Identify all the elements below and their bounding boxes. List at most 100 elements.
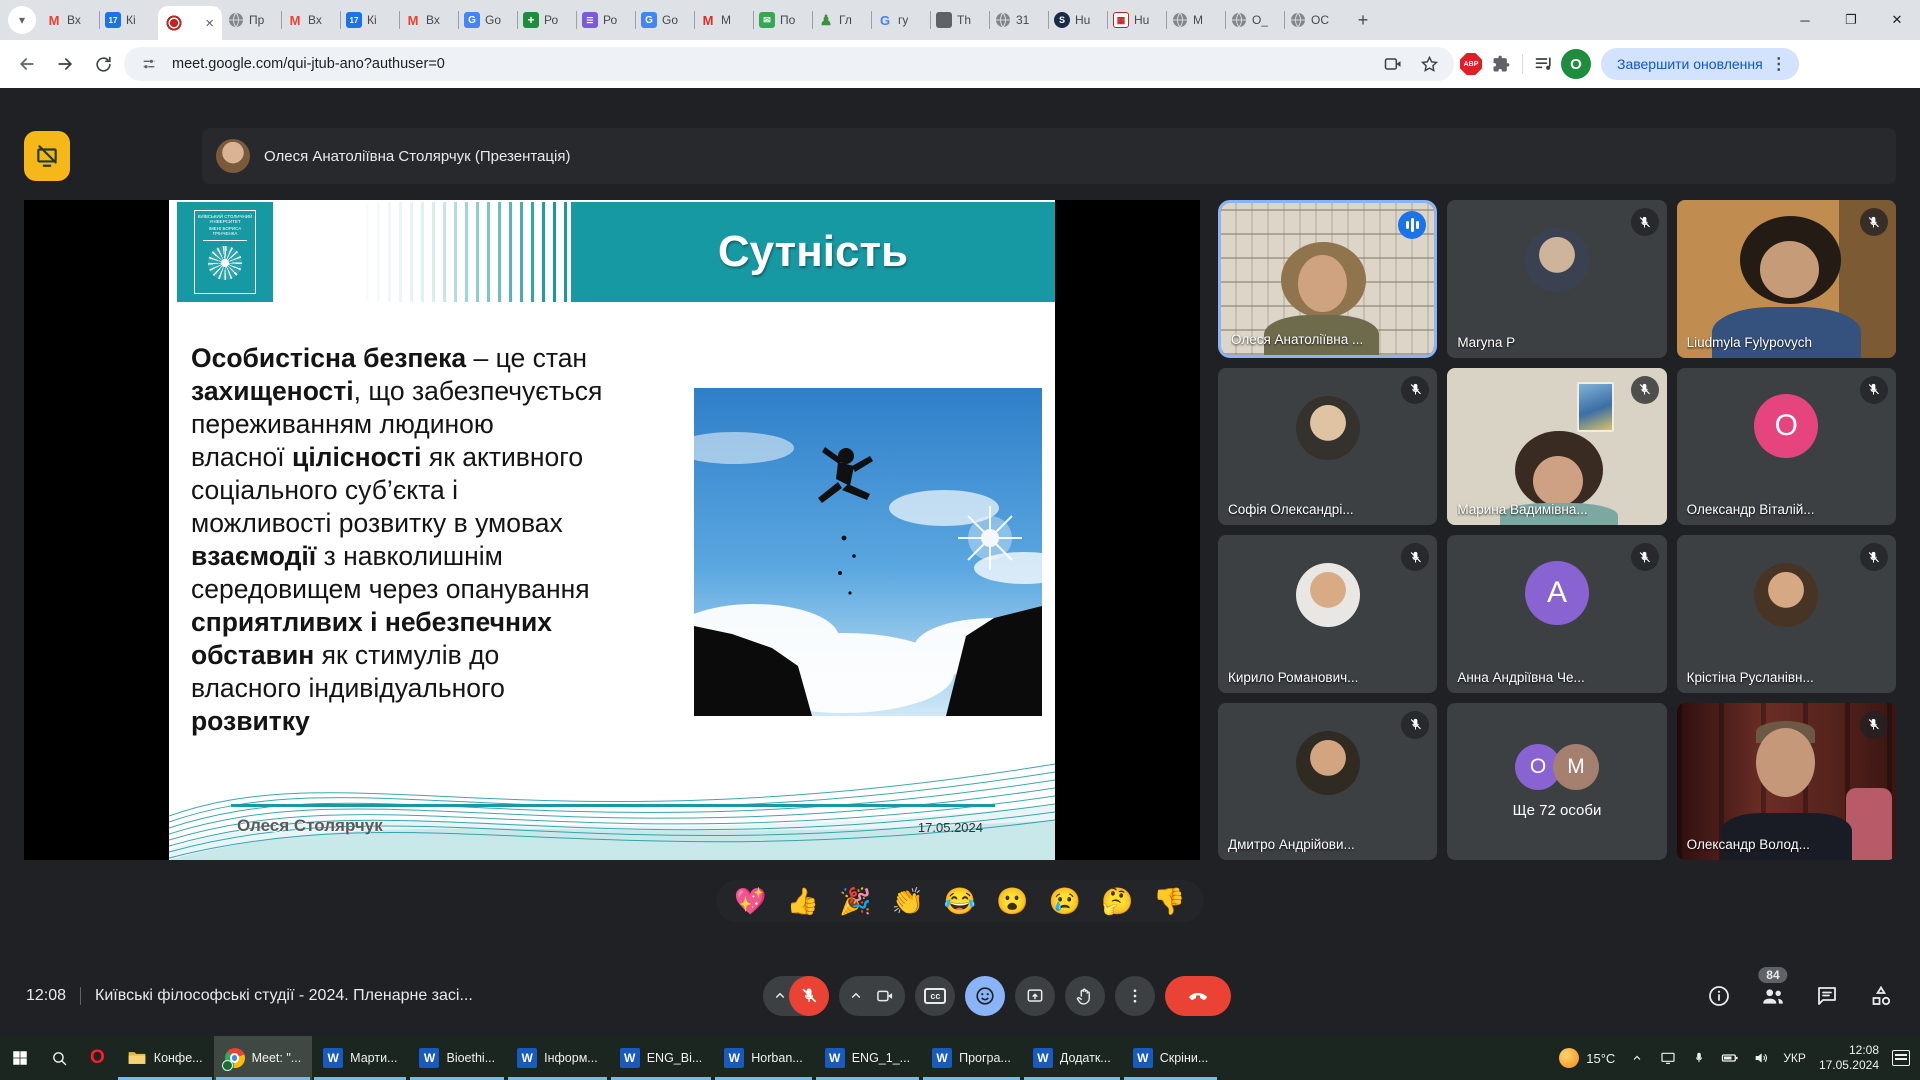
browser-tab[interactable]: ОС	[1284, 0, 1343, 40]
browser-tab[interactable]: SHu	[1048, 0, 1107, 40]
new-tab-button[interactable]: +	[1349, 6, 1377, 34]
taskbar-item-folder[interactable]: Конфе...	[116, 1036, 214, 1080]
browser-tab[interactable]: GGo	[635, 0, 694, 40]
reaction-emoji[interactable]: 😮	[996, 888, 1028, 914]
browser-tab[interactable]: 17Кі	[340, 0, 399, 40]
browser-tab[interactable]: MВх	[40, 0, 99, 40]
browser-tab[interactable]: O_	[1225, 0, 1284, 40]
participant-tile[interactable]: ААнна Андріївна Че...	[1447, 535, 1666, 693]
relaunch-update-button[interactable]: Завершити оновлення⋮	[1601, 48, 1799, 80]
participant-tile[interactable]: Марина Вадимівна...	[1447, 368, 1666, 526]
address-bar[interactable]: meet.google.com/qui-jtub-ano?authuser=0	[124, 47, 1454, 81]
browser-tab[interactable]: ММ	[694, 0, 753, 40]
bookmark-star-icon[interactable]	[1416, 51, 1442, 77]
present-button[interactable]	[1015, 976, 1055, 1016]
profile-avatar[interactable]: О	[1561, 49, 1591, 79]
taskbar-item-word[interactable]: WДодатк...	[1022, 1036, 1122, 1080]
url-text[interactable]: meet.google.com/qui-jtub-ano?authuser=0	[172, 56, 1370, 72]
meeting-info-button[interactable]	[1706, 983, 1732, 1009]
taskbar-item-word[interactable]: WHorban...	[713, 1036, 813, 1080]
participant-tile[interactable]: Софія Олександрі...	[1218, 368, 1437, 526]
tab-list-chevron-icon[interactable]: ▾	[8, 6, 36, 34]
activities-button[interactable]	[1868, 983, 1894, 1009]
participants-button[interactable]: 84	[1760, 983, 1786, 1009]
browser-tab[interactable]: 31	[989, 0, 1048, 40]
maximize-button[interactable]: ❐	[1828, 0, 1874, 40]
participant-tile[interactable]: Кирило Романович...	[1218, 535, 1437, 693]
participant-tile[interactable]: Maryna P	[1447, 200, 1666, 358]
forward-button[interactable]	[48, 47, 82, 81]
minimize-button[interactable]: ─	[1782, 0, 1828, 40]
taskbar-item-word[interactable]: WBioethi...	[408, 1036, 506, 1080]
volume-tray-icon[interactable]	[1752, 1049, 1770, 1067]
reaction-emoji[interactable]: 👏	[891, 888, 923, 914]
browser-tab[interactable]: 17Кі	[99, 0, 158, 40]
raise-hand-button[interactable]	[1065, 976, 1105, 1016]
browser-tab[interactable]: М	[1166, 0, 1225, 40]
back-button[interactable]	[10, 47, 44, 81]
end-call-button[interactable]	[1165, 976, 1231, 1016]
active-tab[interactable]: ×	[158, 6, 222, 40]
participant-tile[interactable]: Крістіна Русланівн...	[1677, 535, 1896, 693]
taskbar-item-chrome[interactable]: Meet: "...	[214, 1036, 313, 1080]
taskbar-item-word[interactable]: WПрогра...	[921, 1036, 1022, 1080]
reaction-emoji[interactable]: 😂	[944, 888, 976, 914]
camera-permission-icon[interactable]	[1380, 51, 1406, 77]
reload-button[interactable]	[86, 47, 120, 81]
taskbar-item-word[interactable]: WENG_1_...	[814, 1036, 921, 1080]
participant-tile[interactable]: Liudmyla Fylypovych	[1677, 200, 1896, 358]
display-tray-icon[interactable]	[1659, 1049, 1677, 1067]
reaction-emoji[interactable]: 👎	[1153, 888, 1185, 914]
taskbar-item-word[interactable]: WENG_Bi...	[609, 1036, 714, 1080]
browser-tab[interactable]: ✉По	[753, 0, 812, 40]
browser-tab[interactable]: MВх	[281, 0, 340, 40]
weather-widget[interactable]: 15°C	[1559, 1048, 1615, 1068]
action-center-icon[interactable]	[1892, 1050, 1910, 1066]
camera-toggle-button[interactable]	[865, 976, 905, 1016]
presentation-mode-icon[interactable]	[24, 131, 70, 181]
close-button[interactable]: ✕	[1874, 0, 1920, 40]
browser-tab[interactable]: Th	[930, 0, 989, 40]
microphone-tray-icon[interactable]	[1690, 1049, 1708, 1067]
mic-mute-button[interactable]	[789, 976, 829, 1016]
taskbar-item-word[interactable]: WМарти...	[312, 1036, 408, 1080]
camera-options-chevron-icon[interactable]	[847, 987, 865, 1005]
reaction-emoji[interactable]: 👍	[787, 888, 819, 914]
browser-menu-icon[interactable]: ⋮	[1771, 54, 1787, 74]
extensions-puzzle-icon[interactable]	[1488, 51, 1514, 77]
participant-tile[interactable]: ОМЩе 72 особи	[1447, 703, 1666, 861]
participant-tile[interactable]: Дмитро Андрійови...	[1218, 703, 1437, 861]
mic-options-chevron-icon[interactable]	[771, 987, 789, 1005]
presentation-stage[interactable]: КИЇВСЬКИЙ СТОЛИЧНИЙ УНІВЕРСИТЕТ ІМЕНІ БО…	[24, 200, 1200, 860]
more-options-button[interactable]	[1115, 976, 1155, 1016]
adblock-extension-icon[interactable]: ABP	[1458, 51, 1484, 77]
browser-tab[interactable]: Gгу	[871, 0, 930, 40]
site-settings-icon[interactable]	[136, 51, 162, 77]
reaction-emoji[interactable]: 💖	[734, 888, 766, 914]
taskbar-item-search[interactable]	[40, 1036, 79, 1080]
media-controls-icon[interactable]	[1531, 51, 1557, 77]
taskbar-item-word[interactable]: WІнформ...	[506, 1036, 609, 1080]
participant-tile[interactable]: Олеся Анатоліївна ...	[1218, 200, 1437, 358]
tray-clock[interactable]: 12:0817.05.2024	[1819, 1043, 1879, 1073]
chat-button[interactable]	[1814, 983, 1840, 1009]
reaction-emoji[interactable]: 🤔	[1101, 888, 1133, 914]
browser-tab[interactable]: MВх	[399, 0, 458, 40]
captions-button[interactable]: cc	[915, 976, 955, 1016]
taskbar-item-word[interactable]: WСкріни...	[1122, 1036, 1220, 1080]
reactions-button[interactable]	[965, 976, 1005, 1016]
browser-tab[interactable]: ☰Ро	[576, 0, 635, 40]
participant-tile[interactable]: Олександр Волод...	[1677, 703, 1896, 861]
reaction-emoji[interactable]: 😢	[1049, 888, 1081, 914]
taskbar-item-opera[interactable]: O	[79, 1036, 116, 1080]
tab-close-icon[interactable]: ×	[205, 16, 214, 31]
tray-expand-chevron-icon[interactable]	[1628, 1049, 1646, 1067]
browser-tab[interactable]: ♟Гл	[812, 0, 871, 40]
battery-tray-icon[interactable]	[1721, 1049, 1739, 1067]
keyboard-language[interactable]: УКР	[1783, 1051, 1806, 1065]
browser-tab[interactable]: GGo	[458, 0, 517, 40]
reaction-emoji[interactable]: 🎉	[839, 888, 871, 914]
browser-tab[interactable]: ▦Hu	[1107, 0, 1166, 40]
taskbar-item-start[interactable]	[0, 1036, 40, 1080]
browser-tab[interactable]: +Ро	[517, 0, 576, 40]
